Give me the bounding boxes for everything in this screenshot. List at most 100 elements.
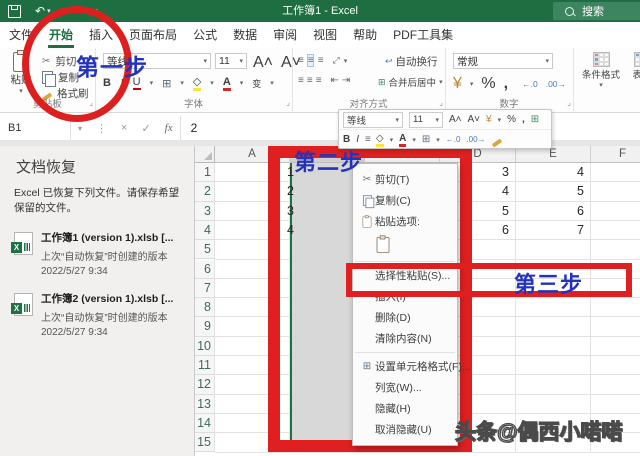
- font-color-icon[interactable]: A: [223, 76, 231, 91]
- menu-item-复制C[interactable]: 复制(C): [353, 190, 457, 211]
- menu-item-隐藏H[interactable]: 隐藏(H): [353, 398, 457, 419]
- mini-borders-icon[interactable]: ⊞: [422, 134, 430, 145]
- menu-item-设置单元格格式F[interactable]: ⊞设置单元格格式(F)...: [353, 356, 457, 377]
- align-middle-icon[interactable]: ≡: [307, 54, 314, 67]
- mini-increase-decimal-icon[interactable]: ←.0: [446, 135, 461, 144]
- row-header-6[interactable]: 6: [195, 260, 215, 279]
- decrease-indent-icon[interactable]: ⇤: [331, 75, 338, 86]
- align-left-icon[interactable]: ≡: [298, 75, 303, 86]
- wrap-text-button[interactable]: ↩ 自动换行: [385, 54, 438, 69]
- tab-帮助[interactable]: 帮助: [346, 22, 384, 48]
- tab-数据[interactable]: 数据: [226, 22, 264, 48]
- row-header-8[interactable]: 8: [195, 298, 215, 317]
- row-header-4[interactable]: 4: [195, 221, 215, 240]
- menu-item-取消隐藏U[interactable]: 取消隐藏(U): [353, 419, 457, 440]
- font-dialog-launcher-icon[interactable]: ⌟: [286, 98, 290, 107]
- mini-bold-button[interactable]: B: [343, 134, 350, 145]
- comma-style-icon[interactable]: ,: [504, 75, 508, 93]
- paste-icon: [377, 237, 390, 253]
- recovery-file-item[interactable]: 工作簿1 (version 1).xlsb [...上次“自动恢复”时创建的版本…: [14, 230, 189, 277]
- align-right-icon[interactable]: ≡: [316, 75, 321, 86]
- orientation-icon[interactable]: ⤢: [333, 55, 340, 66]
- cell-E2[interactable]: 5: [516, 182, 584, 201]
- merge-center-button[interactable]: ⊞ 合并后居中 ▾: [378, 75, 443, 89]
- select-all-corner[interactable]: [195, 146, 215, 163]
- row-header-1[interactable]: 1: [195, 163, 215, 182]
- search-box[interactable]: 搜索: [553, 2, 640, 20]
- name-box-dropdown-icon[interactable]: ▾: [71, 124, 89, 133]
- gridline-v: [590, 163, 591, 452]
- paste-option-button[interactable]: [353, 232, 457, 258]
- cell-E3[interactable]: 6: [516, 202, 584, 221]
- mini-decrease-font-icon[interactable]: A˅: [468, 114, 481, 125]
- mini-increase-font-icon[interactable]: A˄: [449, 114, 462, 125]
- alignment-dialog-launcher-icon[interactable]: ⌟: [439, 98, 443, 107]
- enter-icon[interactable]: ✓: [134, 122, 157, 135]
- mini-comma-icon[interactable]: ,: [522, 114, 525, 125]
- column-header-F[interactable]: F: [591, 146, 640, 163]
- align-bottom-icon[interactable]: ≡: [318, 55, 323, 66]
- tab-视图[interactable]: 视图: [306, 22, 344, 48]
- format-as-table-button[interactable]: 表格: [627, 52, 640, 81]
- cancel-icon[interactable]: ×: [114, 122, 134, 134]
- clipboard-icon: [359, 212, 375, 232]
- mini-italic-button[interactable]: I: [356, 134, 359, 145]
- tab-审阅[interactable]: 审阅: [266, 22, 304, 48]
- menu-item-label: 列宽(W)...: [375, 380, 422, 395]
- recovery-file-item[interactable]: 工作簿2 (version 1).xlsb [...上次“自动恢复”时创建的版本…: [14, 291, 189, 338]
- mini-size-combo[interactable]: 11▾: [409, 112, 443, 128]
- mini-accounting-icon[interactable]: ¥: [486, 114, 492, 125]
- phonetic-guide-icon[interactable]: 变: [252, 77, 261, 90]
- recovery-file-list: 工作簿1 (version 1).xlsb [...上次“自动恢复”时创建的版本…: [14, 230, 189, 352]
- document-recovery-pane: 文档恢复 Excel 已恢复下列文件。请保存希望保留的文件。 工作簿1 (ver…: [0, 146, 195, 456]
- mini-decrease-decimal-icon[interactable]: .00→: [466, 135, 485, 144]
- borders-icon[interactable]: ⊞: [162, 77, 171, 90]
- cell-E1[interactable]: 4: [516, 163, 584, 182]
- increase-font-icon[interactable]: A˄: [253, 54, 273, 72]
- mini-fill-color-icon[interactable]: ◇: [376, 133, 384, 147]
- decrease-decimal-icon[interactable]: .00→: [546, 79, 566, 89]
- row-header-15[interactable]: 15: [195, 433, 215, 452]
- align-center-icon[interactable]: ≡: [307, 75, 312, 86]
- number-format-combo[interactable]: 常规▾: [453, 53, 553, 69]
- row-header-13[interactable]: 13: [195, 395, 215, 414]
- percent-style-icon[interactable]: %: [481, 75, 495, 93]
- row-header-11[interactable]: 11: [195, 356, 215, 375]
- align-top-icon[interactable]: ≡: [298, 55, 303, 66]
- save-icon[interactable]: [8, 5, 21, 18]
- increase-indent-icon[interactable]: ⇥: [342, 75, 349, 86]
- accounting-format-icon[interactable]: ¥: [453, 75, 462, 93]
- mini-merge-icon[interactable]: ⊞: [531, 114, 539, 125]
- row-header-9[interactable]: 9: [195, 317, 215, 336]
- conditional-formatting-button[interactable]: 条件格式 ▾: [579, 52, 623, 89]
- number-dialog-launcher-icon[interactable]: ⌟: [567, 98, 571, 107]
- increase-decimal-icon[interactable]: ←.0: [522, 79, 538, 89]
- cell-E4[interactable]: 7: [516, 221, 584, 240]
- mini-format-painter-icon[interactable]: [491, 138, 501, 147]
- mini-font-color-icon[interactable]: A: [399, 133, 406, 147]
- formula-bar-divider: ⋮: [89, 122, 114, 135]
- menu-item-列宽W[interactable]: 列宽(W)...: [353, 377, 457, 398]
- row-header-10[interactable]: 10: [195, 337, 215, 356]
- font-size-combo[interactable]: 11▾: [215, 53, 247, 69]
- tab-公式[interactable]: 公式: [186, 22, 224, 48]
- menu-item-剪切T[interactable]: ✂剪切(T): [353, 169, 457, 190]
- insert-function-icon[interactable]: fx: [158, 122, 180, 134]
- tab-PDF工具集[interactable]: PDF工具集: [386, 22, 460, 48]
- row-header-3[interactable]: 3: [195, 202, 215, 221]
- row-header-5[interactable]: 5: [195, 240, 215, 259]
- mini-font-combo[interactable]: 等线▾: [343, 112, 403, 128]
- row-header-12[interactable]: 12: [195, 375, 215, 394]
- tab-页面布局[interactable]: 页面布局: [122, 22, 184, 48]
- annotation-step3-label: 第三步: [514, 267, 583, 299]
- fill-color-icon[interactable]: ◇: [193, 75, 201, 91]
- menu-item-清除内容N[interactable]: 清除内容(N): [353, 328, 457, 349]
- mini-align-center-icon[interactable]: ≡: [365, 134, 370, 145]
- row-header-14[interactable]: 14: [195, 414, 215, 433]
- recovery-file-text: 工作簿2 (version 1).xlsb [...上次“自动恢复”时创建的版本…: [41, 291, 173, 338]
- row-header-2[interactable]: 2: [195, 182, 215, 201]
- mini-percent-icon[interactable]: %: [507, 114, 516, 125]
- menu-item-粘贴选项[interactable]: 粘贴选项:: [353, 211, 457, 232]
- row-header-7[interactable]: 7: [195, 279, 215, 298]
- menu-item-删除D[interactable]: 删除(D): [353, 307, 457, 328]
